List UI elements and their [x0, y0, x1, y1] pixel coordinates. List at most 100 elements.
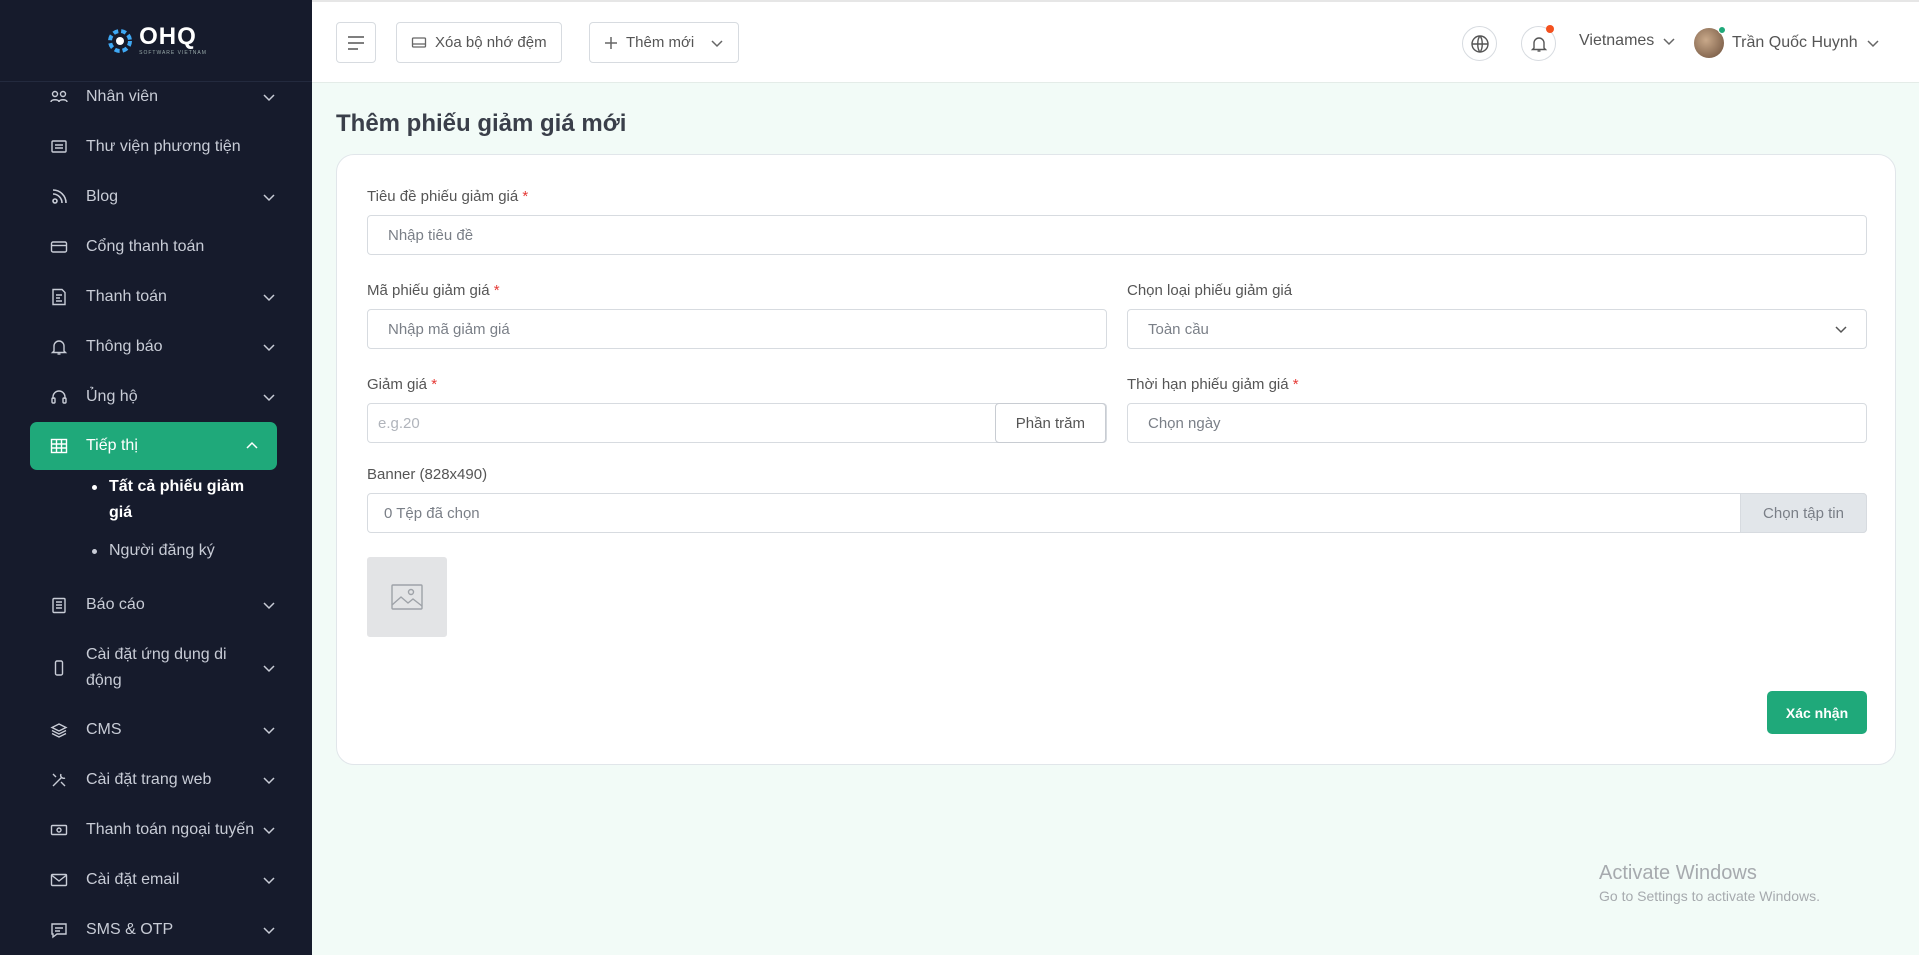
message-icon: [50, 921, 68, 939]
globe-icon: [1470, 34, 1489, 53]
coupon-code-input[interactable]: Nhập mã giảm giá: [367, 309, 1107, 349]
sidebar-item-label: Cài đặt trang web: [86, 771, 212, 788]
coupon-title-label: Tiêu đề phiếu giảm giá *: [367, 188, 528, 205]
chevron-down-icon: [263, 877, 275, 885]
chevron-down-icon: [263, 664, 275, 672]
notification-dot: [1546, 25, 1554, 33]
chevron-down-icon: [263, 727, 275, 735]
topbar: Xóa bộ nhớ đệm Thêm mới Vietnames Trần Q…: [312, 0, 1919, 83]
sidebar: OHQ SOFTWARE VIETNAM Nhân viên Thư viện …: [0, 0, 312, 955]
chevron-down-icon: [263, 927, 275, 935]
submenu-item-label: Tất cả phiếu giảm giá: [109, 478, 245, 521]
add-new-dropdown[interactable]: Thêm mới: [589, 22, 740, 63]
notifications-button[interactable]: [1521, 25, 1556, 61]
logo-gear-icon: [108, 28, 133, 53]
required-mark: *: [522, 188, 529, 205]
choose-file-button[interactable]: Chọn tập tin: [1740, 493, 1867, 533]
submenu-item-label: Người đăng ký: [109, 542, 215, 559]
eraser-icon: [411, 36, 427, 48]
submit-label: Xác nhận: [1785, 704, 1849, 721]
expiry-date-input[interactable]: Chọn ngày: [1127, 403, 1867, 443]
sidebar-item-label: Thanh toán ngoại tuyến: [86, 821, 255, 838]
banner-label-text: Banner (828x490): [367, 466, 488, 483]
banner-file-input[interactable]: 0 Tệp đã chọn Chọn tập tin: [367, 493, 1867, 533]
sidebar-item-sms-otp[interactable]: SMS & OTP: [0, 905, 312, 955]
sidebar-item-payment-gateway[interactable]: Cổng thanh toán: [0, 222, 312, 272]
coupon-type-label-text: Chọn loại phiếu giảm giá: [1127, 282, 1293, 299]
discount-input[interactable]: e.g.20 Phần trăm: [367, 403, 1107, 443]
marketing-submenu: Tất cả phiếu giảm giá Người đăng ký: [0, 470, 312, 580]
bullet-dot: [92, 549, 97, 554]
layers-icon: [50, 721, 68, 739]
coupon-code-placeholder: Nhập mã giảm giá: [388, 320, 510, 338]
discount-unit-label: Phần trăm: [1015, 414, 1085, 432]
banner-preview: [367, 557, 447, 637]
user-menu[interactable]: Trần Quốc Huynh: [1694, 26, 1880, 58]
sidebar-item-label: SMS & OTP: [86, 921, 174, 938]
app-logo[interactable]: OHQ SOFTWARE VIETNAM: [105, 25, 207, 56]
online-indicator: [1718, 26, 1726, 34]
required-mark: *: [431, 376, 438, 393]
coupon-title-placeholder: Nhập tiêu đề: [388, 226, 474, 244]
invoice-icon: [50, 288, 68, 306]
menu-toggle-button[interactable]: [336, 22, 376, 63]
sidebar-item-label: Ủng hộ: [86, 388, 138, 405]
credit-card-icon: [50, 238, 68, 256]
sidebar-item-reports[interactable]: Báo cáo: [0, 580, 312, 630]
sidebar-item-label: Cài đặt ứng dụng di động: [86, 645, 227, 689]
chevron-up-icon: [246, 441, 258, 449]
sidebar-nav: Nhân viên Thư viện phương tiện Blog Cổng…: [0, 72, 312, 955]
language-label: Vietnames: [1579, 32, 1655, 49]
page-title: Thêm phiếu giảm giá mới: [336, 110, 627, 137]
coupon-title-input[interactable]: Nhập tiêu đề: [367, 215, 1867, 255]
clipboard-icon: [50, 596, 68, 614]
sidebar-item-blog[interactable]: Blog: [0, 172, 312, 222]
chevron-down-icon: [1663, 38, 1675, 46]
sidebar-item-label: Tiếp thị: [86, 437, 138, 454]
coupon-code-label: Mã phiếu giảm giá *: [367, 282, 500, 299]
website-button[interactable]: [1462, 26, 1497, 61]
chevron-down-icon: [1867, 40, 1879, 48]
coupon-title-label-text: Tiêu đề phiếu giảm giá: [367, 188, 519, 205]
clear-cache-button[interactable]: Xóa bộ nhớ đệm: [396, 22, 562, 63]
table-icon: [50, 437, 68, 455]
bell-icon: [1530, 36, 1547, 52]
mail-icon: [50, 871, 68, 889]
sidebar-item-cms[interactable]: CMS: [0, 705, 312, 755]
chevron-down-icon: [263, 394, 275, 402]
sidebar-item-website-settings[interactable]: Cài đặt trang web: [0, 755, 312, 805]
language-selector[interactable]: Vietnames: [1579, 32, 1676, 50]
sidebar-item-support[interactable]: Ủng hộ: [0, 372, 312, 422]
clear-cache-label: Xóa bộ nhớ đệm: [435, 34, 547, 51]
sidebar-item-notifications[interactable]: Thông báo: [0, 322, 312, 372]
plus-icon: [605, 36, 617, 49]
sidebar-item-label: Thanh toán: [86, 288, 167, 305]
sidebar-item-email-settings[interactable]: Cài đặt email: [0, 855, 312, 905]
sidebar-item-label: Cài đặt email: [86, 871, 180, 888]
sidebar-item-label: Thông báo: [86, 338, 163, 355]
sidebar-item-employees[interactable]: Nhân viên: [0, 72, 312, 122]
windows-activation-watermark: Activate Windows Go to Settings to activ…: [1599, 862, 1820, 904]
submit-button[interactable]: Xác nhận: [1767, 691, 1867, 734]
sidebar-item-marketing[interactable]: Tiếp thị: [30, 422, 277, 470]
sidebar-item-payment[interactable]: Thanh toán: [0, 272, 312, 322]
submenu-item-all-coupons[interactable]: Tất cả phiếu giảm giá: [92, 474, 312, 526]
user-name: Trần Quốc Huynh: [1732, 34, 1858, 51]
chevron-down-icon: [263, 294, 275, 302]
chevron-down-icon: [263, 194, 275, 202]
discount-unit-button[interactable]: Phần trăm: [994, 403, 1106, 443]
coupon-form: Tiêu đề phiếu giảm giá * Nhập tiêu đề Mã…: [336, 154, 1896, 765]
sidebar-item-mobile-app-settings[interactable]: Cài đặt ứng dụng di động: [0, 630, 312, 705]
banner-label: Banner (828x490): [367, 466, 487, 483]
sidebar-item-label: Blog: [86, 188, 119, 205]
file-status-text: 0 Tệp đã chọn: [384, 504, 480, 522]
sidebar-item-media-library[interactable]: Thư viện phương tiện: [0, 122, 312, 172]
coupon-code-label-text: Mã phiếu giảm giá: [367, 282, 490, 299]
sidebar-item-offline-payment[interactable]: Thanh toán ngoại tuyến: [0, 805, 312, 855]
submenu-item-subscribers[interactable]: Người đăng ký: [92, 538, 312, 564]
discount-label: Giảm giá *: [367, 376, 437, 393]
coupon-type-select[interactable]: Toàn cầu: [1127, 309, 1867, 349]
watermark-title: Activate Windows: [1599, 862, 1757, 884]
add-new-label: Thêm mới: [626, 34, 695, 51]
coupon-type-value: Toàn cầu: [1148, 320, 1209, 338]
